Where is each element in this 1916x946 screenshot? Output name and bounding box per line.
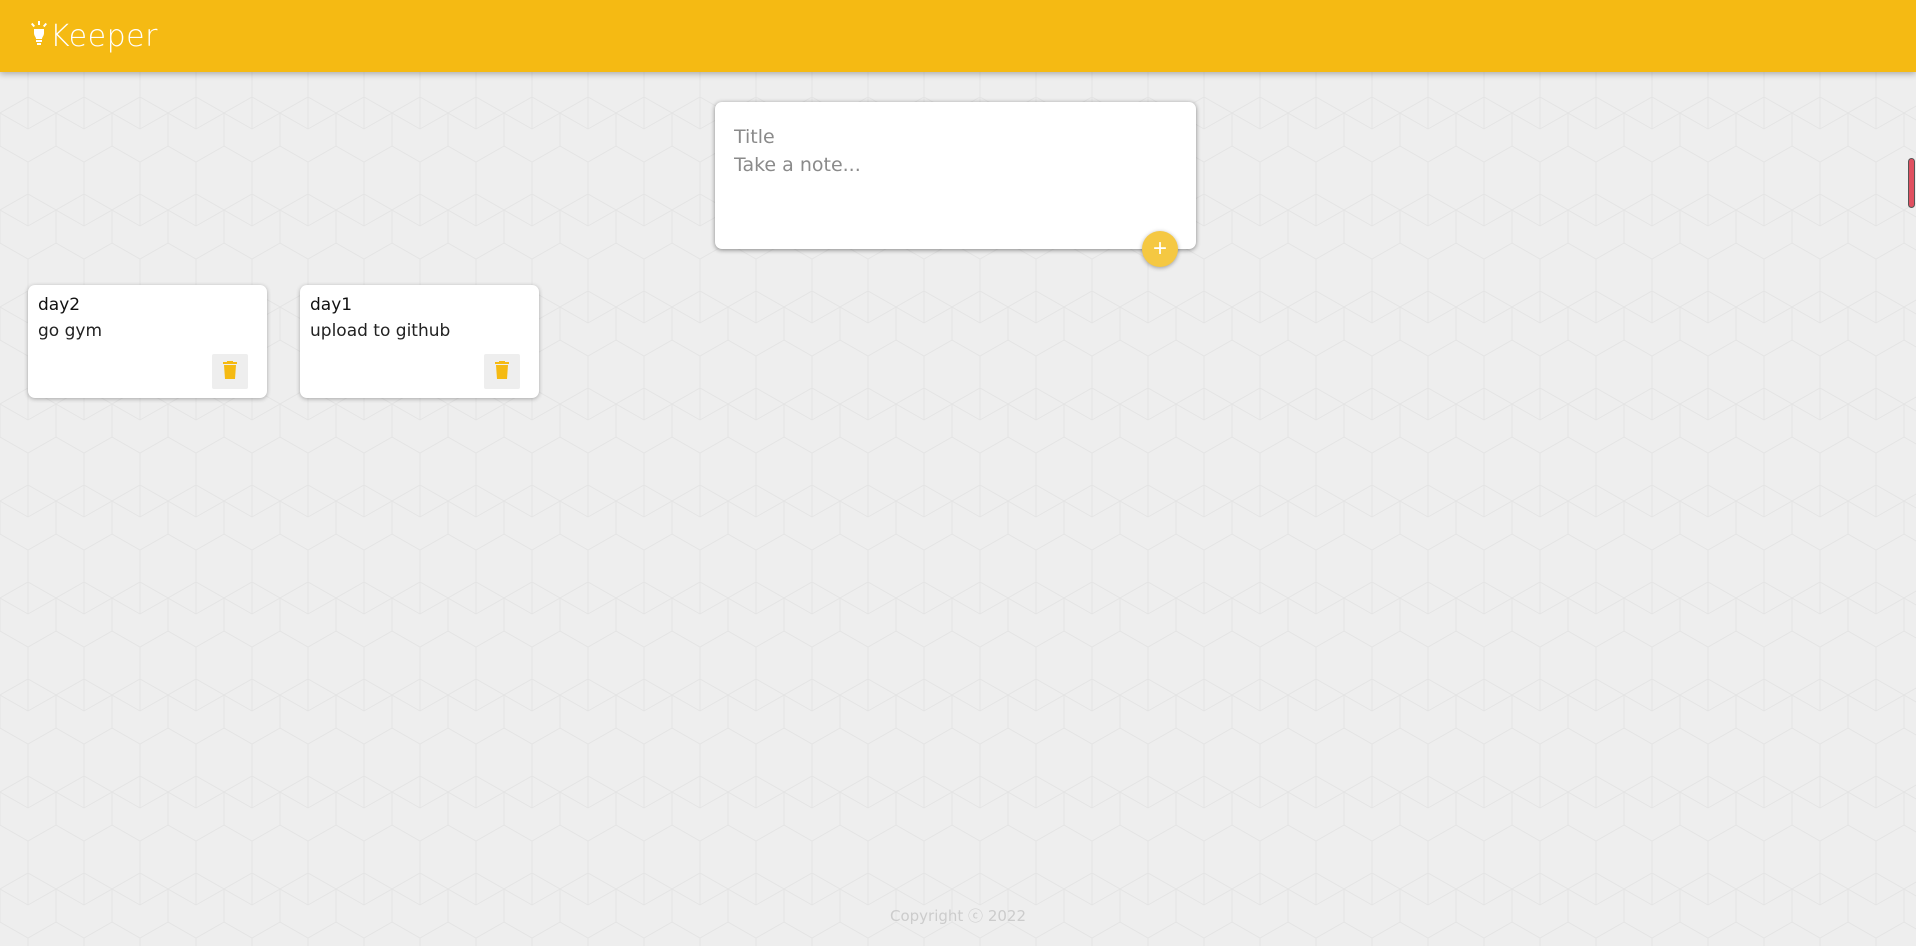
copyright-text: Copyright ⓒ 2022 [889, 907, 1026, 925]
note-title: day1 [310, 295, 353, 315]
app-title: Keeper [50, 18, 158, 54]
scrollbar[interactable] [1907, 158, 1916, 210]
trash-icon [495, 361, 509, 382]
note-content: upload to github [310, 321, 451, 341]
delete-note-button[interactable] [484, 354, 520, 389]
create-note-form [715, 102, 1196, 249]
note-card: day1 upload to github [300, 285, 539, 398]
note-title: day2 [38, 295, 81, 315]
lightbulb-icon [30, 21, 48, 51]
footer: Copyright ⓒ 2022 [0, 905, 1916, 926]
brand: Keeper [30, 18, 158, 54]
app-header: Keeper [0, 0, 1916, 72]
note-card: day2 go gym [28, 285, 267, 398]
note-content-input[interactable] [734, 154, 1174, 234]
note-content: go gym [38, 321, 103, 341]
delete-note-button[interactable] [212, 354, 248, 389]
add-note-button[interactable]: + [1142, 231, 1178, 267]
scrollbar-thumb[interactable] [1908, 158, 1915, 208]
note-title-input[interactable] [734, 122, 1174, 152]
trash-icon [223, 361, 237, 382]
